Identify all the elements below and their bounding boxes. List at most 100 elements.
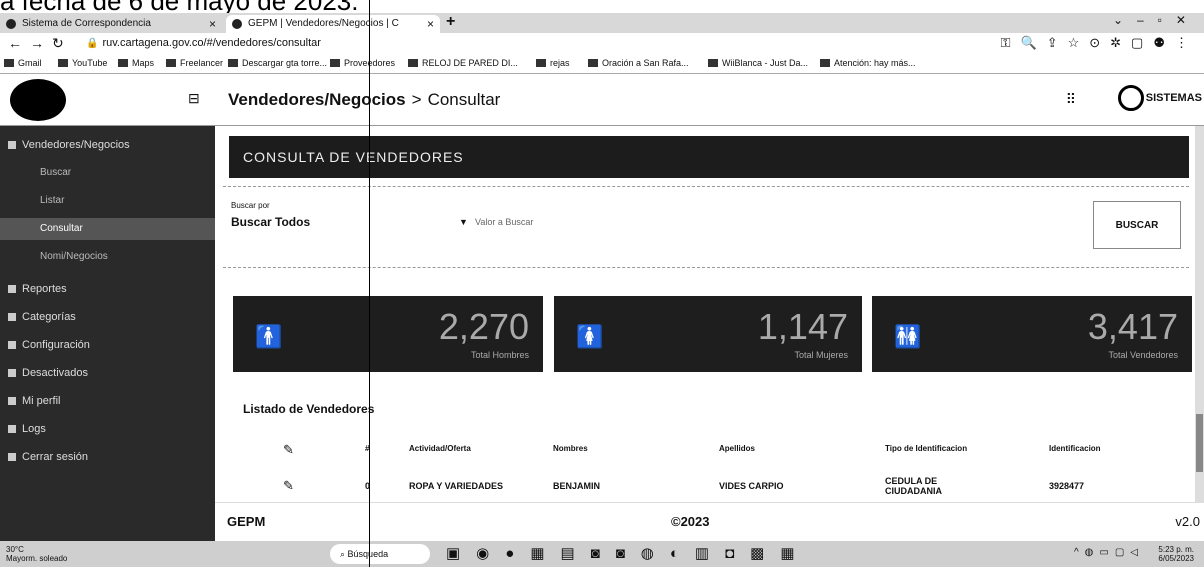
reload-icon[interactable]: ↻	[52, 35, 64, 52]
system-tray[interactable]: ^◍▭▢◁	[1074, 547, 1144, 558]
app-logo	[10, 79, 66, 121]
bookmark-item[interactable]: Descargar gta torre...	[228, 58, 327, 68]
edit-icon[interactable]: ✎	[283, 442, 294, 458]
favicon-icon	[6, 19, 16, 29]
bookmark-item[interactable]: Atención: hay más...	[820, 58, 916, 68]
logout-icon	[8, 453, 16, 461]
app-header: ⊟ Vendedores/Negocios > Consultar ⠿ SISTEM…	[0, 74, 1204, 126]
new-tab-button[interactable]: +	[446, 13, 455, 31]
bookmarks-bar: Gmail YouTube Maps Freelancer Descargar …	[0, 55, 1204, 74]
stat-label: Total Mujeres	[794, 350, 848, 360]
sidebar-item-categorias[interactable]: Categorías	[0, 306, 215, 328]
stat-label: Total Hombres	[470, 350, 529, 360]
bookmark-item[interactable]: WiiBlanca - Just Da...	[708, 58, 808, 68]
table-cell: BENJAMIN	[553, 481, 601, 491]
log-icon	[8, 425, 16, 433]
url-field[interactable]: 🔒 ruv.cartagena.gov.co/#/vendedores/consu…	[86, 37, 321, 49]
lock-icon: 🔒	[86, 38, 99, 49]
back-icon[interactable]: ←	[8, 35, 22, 51]
sidebar-item-reportes[interactable]: Reportes	[0, 278, 215, 300]
close-icon[interactable]: ×	[209, 15, 216, 33]
edit-icon[interactable]: ✎	[283, 478, 294, 494]
sidebar-item-logout[interactable]: Cerrar sesión	[0, 446, 215, 468]
main-content: CONSULTA DE VENDEDORES Buscar por Buscar…	[215, 126, 1195, 541]
list-title: Listado de Vendedores	[243, 402, 375, 416]
bookmark-item[interactable]: Maps	[118, 58, 154, 68]
user-menu[interactable]: SISTEMAS	[1117, 85, 1202, 111]
sidebar-item-perfil[interactable]: Mi perfil	[0, 390, 215, 412]
sidebar-item-configuracion[interactable]: Configuración	[0, 334, 215, 356]
chevron-down-icon[interactable]: ▼	[459, 217, 468, 227]
filter-label: Buscar por	[231, 201, 270, 210]
scrollbar[interactable]	[1195, 126, 1204, 502]
disabled-icon	[8, 369, 16, 377]
document-caption: a fecha de 6 de mayo de 2023.	[0, 0, 359, 16]
bookmark-item[interactable]: Oración a San Rafa...	[588, 58, 689, 68]
stat-value: 1,147	[757, 306, 848, 347]
couple-icon: 🚻	[894, 324, 922, 349]
sidebar-item-vendedores[interactable]: Vendedores/Negocios	[0, 134, 215, 156]
window-controls[interactable]: ⌄–▫✕	[1113, 13, 1200, 27]
breadcrumb-root[interactable]: Vendedores/Negocios	[228, 90, 406, 109]
footer-copyright: ©2023	[671, 514, 710, 529]
bookmark-item[interactable]: Gmail	[4, 58, 42, 68]
tab-label: Sistema de Correspondencia	[22, 18, 151, 29]
sidebar-item-consultar[interactable]: Consultar	[0, 218, 215, 240]
taskbar-app-icons[interactable]: ▣◉●▦▤◙◙◍◐▥◘▩▦	[446, 544, 811, 562]
table-cell: VIDES CARPIO	[719, 481, 784, 491]
table-header: Apellidos	[719, 444, 756, 453]
stat-label: Total Vendedores	[1108, 350, 1178, 360]
search-button[interactable]: BUSCAR	[1093, 201, 1181, 249]
sidebar-toggle-icon[interactable]: ⊟	[188, 90, 200, 107]
bookmark-item[interactable]: Proveedores	[330, 58, 395, 68]
male-icon: 🚹	[255, 324, 283, 349]
table-header: Actividad/Oferta	[409, 444, 471, 453]
female-icon: 🚺	[576, 324, 604, 349]
footer-brand: GEPM	[227, 514, 266, 529]
scrollbar-thumb[interactable]	[1196, 414, 1203, 472]
forward-icon[interactable]: →	[30, 35, 44, 51]
bookmark-item[interactable]: RELOJ DE PARED DI...	[408, 58, 518, 68]
table-header: Tipo de Identificacion	[885, 444, 968, 453]
sidebar-item-nomi[interactable]: Nomi/Negocios	[0, 246, 215, 268]
extension-icons[interactable]: ⚿🔍⇪☆⊙✲▢⚉⋮	[1001, 35, 1198, 51]
browser-tab-active[interactable]: GEPM | Vendedores/Negocios | C ×	[226, 15, 440, 33]
stat-card-total: 🚻 3,417 Total Vendedores	[872, 296, 1192, 372]
sidebar-item-buscar[interactable]: Buscar	[0, 162, 215, 184]
sidebar-item-logs[interactable]: Logs	[0, 418, 215, 440]
bookmark-item[interactable]: Freelancer	[166, 58, 223, 68]
taskbar-clock[interactable]: 5:23 p. m. 6/05/2023	[1158, 545, 1194, 563]
stat-card-women: 🚺 1,147 Total Mujeres	[554, 296, 862, 372]
browser-tab-strip: Sistema de Correspondencia × GEPM | Vend…	[0, 13, 1204, 33]
weather-widget[interactable]: 30°C Mayorm. soleado	[6, 545, 67, 563]
sidebar-item-listar[interactable]: Listar	[0, 190, 215, 212]
table-cell: CEDULA DE CIUDADANIA	[885, 476, 942, 496]
store-icon	[8, 141, 16, 149]
stat-card-men: 🚹 2,270 Total Hombres	[233, 296, 543, 372]
breadcrumb: Vendedores/Negocios > Consultar	[228, 90, 500, 110]
user-icon	[8, 397, 16, 405]
sidebar-item-desactivados[interactable]: Desactivados	[0, 362, 215, 384]
report-icon	[8, 285, 16, 293]
stat-value: 2,270	[438, 306, 529, 347]
scan-artifact-line	[369, 0, 370, 567]
address-bar: ← → ↻ 🔒 ruv.cartagena.gov.co/#/vendedores…	[0, 33, 1204, 55]
breadcrumb-current: Consultar	[427, 90, 501, 109]
breadcrumb-separator: >	[411, 90, 422, 109]
windows-taskbar: 30°C Mayorm. soleado ⌕ Búsqueda ▣◉●▦▤◙◙◍…	[0, 541, 1204, 567]
filter-panel: Buscar por Buscar Todos ▼ Valor a Buscar…	[223, 186, 1189, 268]
taskbar-search[interactable]: ⌕ Búsqueda	[330, 544, 430, 564]
table-cell: 3928477	[1049, 481, 1085, 491]
bookmark-item[interactable]: rejas	[536, 58, 570, 68]
category-icon	[8, 313, 16, 321]
browser-tab[interactable]: Sistema de Correspondencia ×	[0, 15, 222, 33]
search-input[interactable]: Valor a Buscar	[475, 217, 533, 227]
close-icon[interactable]: ×	[427, 15, 434, 33]
table-row[interactable]: ✎ 0 ROPA Y VARIEDADES BENJAMIN VIDES CAR…	[239, 472, 1189, 506]
stat-value: 3,417	[1087, 306, 1178, 347]
sidebar: Vendedores/Negocios Buscar Listar Consul…	[0, 126, 215, 541]
filter-select[interactable]: Buscar Todos	[231, 215, 310, 229]
favicon-icon	[232, 19, 242, 29]
apps-grid-icon[interactable]: ⠿	[1066, 91, 1076, 108]
bookmark-item[interactable]: YouTube	[58, 58, 107, 68]
